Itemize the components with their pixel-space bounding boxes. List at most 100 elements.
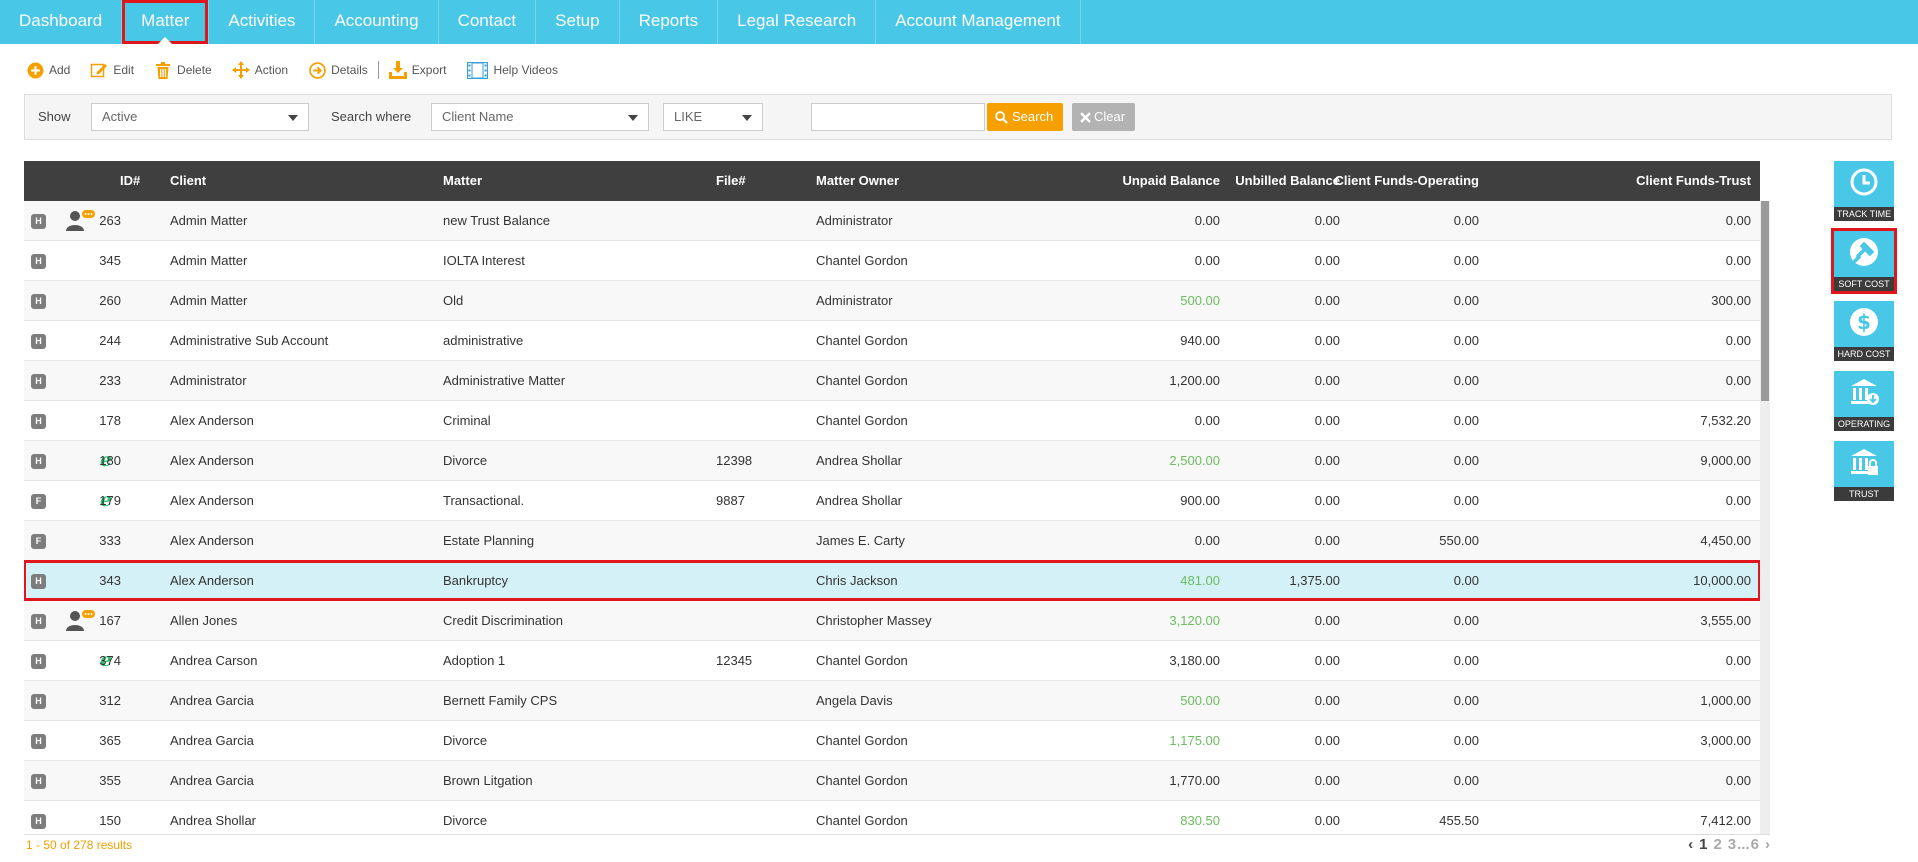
cell-client: Admin Matter <box>170 293 248 308</box>
table-row[interactable]: H 355 Andrea Garcia Brown Litgation Chantel … <box>24 761 1760 801</box>
page-1[interactable]: 1 <box>1699 836 1707 853</box>
col-matter-owner[interactable]: Matter Owner <box>816 161 899 201</box>
tab-reports[interactable]: Reports <box>620 0 719 44</box>
show-select[interactable]: Active <box>91 103 309 131</box>
table-row[interactable]: H 244 Administrative Sub Account administra… <box>24 321 1760 361</box>
col-unpaid-balance[interactable]: Unpaid Balance <box>1122 161 1220 201</box>
hard-cost-button[interactable]: $ HARD COST <box>1834 301 1894 361</box>
edit-button[interactable]: Edit <box>90 61 134 79</box>
scrollbar-thumb[interactable] <box>1761 201 1769 401</box>
cell-matter-owner: Chantel Gordon <box>816 773 908 788</box>
cell-unpaid-balance: 0.00 <box>1194 213 1220 228</box>
cell-matter-owner: Chantel Gordon <box>816 813 908 828</box>
cell-unpaid-balance: 1,770.00 <box>1169 773 1220 788</box>
table-row[interactable]: F 333 Alex Anderson Estate Planning James E.… <box>24 521 1760 561</box>
page-3[interactable]: 3 <box>1728 836 1736 853</box>
action-button[interactable]: Action <box>231 61 288 79</box>
table-row[interactable]: H 343 Alex Anderson Bankruptcy Chris Jackson… <box>24 560 1761 601</box>
col-client[interactable]: Client <box>170 161 206 201</box>
add-label: Add <box>49 63 71 77</box>
table-row[interactable]: He 374 Andrea Carson Adoption 1 12345 Chantel… <box>24 641 1760 681</box>
table-row[interactable]: H 263 Admin Matter new Trust Balance Adminis… <box>24 201 1760 241</box>
prev-page-icon[interactable]: ‹ <box>1688 836 1693 853</box>
cell-matter-owner: Administrator <box>816 213 893 228</box>
tab-matter[interactable]: Matter <box>122 0 210 44</box>
tab-account-management[interactable]: Account Management <box>876 0 1081 44</box>
col-id[interactable]: ID# <box>120 161 140 201</box>
col-client-funds-trust[interactable]: Client Funds-Trust <box>1636 161 1751 201</box>
table-row[interactable]: H 167 Allen Jones Credit Discrimination Chri… <box>24 601 1760 641</box>
table-scrollbar[interactable] <box>1760 201 1770 834</box>
cell-matter: Divorce <box>443 813 488 828</box>
tab-dashboard[interactable]: Dashboard <box>0 0 123 44</box>
track-time-button[interactable]: TRACK TIME <box>1834 161 1894 221</box>
cell-unpaid-balance: 500.00 <box>1180 693 1220 708</box>
user-note-icon <box>66 610 95 631</box>
table-row[interactable]: Fe 179 Alex Anderson Transactional. 9887 Andr… <box>24 481 1760 521</box>
cell-matter-owner: Chantel Gordon <box>816 373 908 388</box>
table-row[interactable]: H 150 Andrea Shollar Divorce Chantel Gordon 8… <box>24 801 1760 834</box>
delete-button[interactable]: Delete <box>154 61 212 79</box>
help-videos-button[interactable]: Help Videos <box>466 61 558 79</box>
export-button[interactable]: Export <box>388 61 446 79</box>
col-unbilled-balance[interactable]: Unbilled Balance <box>1235 161 1340 201</box>
col-client-funds-operating[interactable]: Client Funds-Operating <box>1335 161 1479 201</box>
cell-client-funds-operating: 0.00 <box>1453 493 1479 508</box>
cell-unpaid-balance: 500.00 <box>1180 293 1220 308</box>
cell-client: Admin Matter <box>170 253 248 268</box>
tab-legal-research[interactable]: Legal Research <box>718 0 877 44</box>
trust-label: TRUST <box>1834 487 1894 501</box>
tab-activities[interactable]: Activities <box>209 0 316 44</box>
table-row[interactable]: H 178 Alex Anderson Criminal Chantel Gordon 0… <box>24 401 1760 441</box>
highlight-box <box>24 560 1761 601</box>
table-row[interactable]: H 312 Andrea Garcia Bernett Family CPS Angel… <box>24 681 1760 721</box>
add-button[interactable]: Add <box>26 61 70 79</box>
table-row[interactable]: H 365 Andrea Garcia Divorce Chantel Gordon 1,… <box>24 721 1760 761</box>
next-page-icon[interactable]: › <box>1765 836 1770 853</box>
search-field-select[interactable]: Client Name <box>431 103 649 131</box>
highlight-box <box>1831 228 1897 294</box>
table-row[interactable]: H 345 Admin Matter IOLTA Interest Chantel Go… <box>24 241 1760 281</box>
close-icon <box>1080 111 1091 123</box>
tab-setup[interactable]: Setup <box>536 0 620 44</box>
trust-button[interactable]: TRUST <box>1834 441 1894 501</box>
operating-button[interactable]: OPERATING <box>1834 371 1894 431</box>
cell-client-funds-trust: 0.00 <box>1725 373 1751 388</box>
clear-button[interactable]: Clear <box>1072 103 1136 131</box>
cell-matter-owner: Angela Davis <box>816 693 893 708</box>
toolbar-divider <box>377 61 379 79</box>
cell-client-funds-trust: 1,000.00 <box>1700 693 1751 708</box>
cell-id: 312 <box>99 693 121 708</box>
cell-client-funds-operating: 0.00 <box>1453 333 1479 348</box>
tab-contact[interactable]: Contact <box>439 0 537 44</box>
cell-matter: Adoption 1 <box>443 653 506 668</box>
table-row[interactable]: H 260 Admin Matter Old Administrator 500.00 0.… <box>24 281 1760 321</box>
cell-client-funds-operating: 0.00 <box>1453 253 1479 268</box>
cell-unbilled-balance: 0.00 <box>1314 413 1340 428</box>
tab-accounting[interactable]: Accounting <box>315 0 439 44</box>
col-file[interactable]: File# <box>716 161 746 201</box>
search-field-value: Client Name <box>442 109 514 124</box>
cell-unbilled-balance: 0.00 <box>1314 653 1340 668</box>
cell-client: Alex Anderson <box>170 413 254 428</box>
details-button[interactable]: Details <box>308 61 368 79</box>
operating-label: OPERATING <box>1834 417 1894 431</box>
cell-matter-owner: James E. Carty <box>816 533 905 548</box>
status-badge: H <box>31 254 46 269</box>
search-button[interactable]: Search <box>987 103 1064 131</box>
plus-circle-icon <box>26 61 44 79</box>
cell-unpaid-balance: 2,500.00 <box>1169 453 1220 468</box>
table-row[interactable]: H 233 Administrator Administrative Matter Ch… <box>24 361 1760 401</box>
cell-unpaid-balance: 0.00 <box>1194 253 1220 268</box>
cell-id: 244 <box>99 333 121 348</box>
details-label: Details <box>331 63 368 77</box>
col-matter[interactable]: Matter <box>443 161 482 201</box>
cell-id: 365 <box>99 733 121 748</box>
operator-select[interactable]: LIKE <box>663 103 763 131</box>
arrow-circle-icon <box>308 61 326 79</box>
search-input[interactable] <box>811 103 985 131</box>
table-row[interactable]: He 180 Alex Anderson Divorce 12398 Andrea Sho… <box>24 441 1760 481</box>
page-6[interactable]: 6 <box>1751 836 1759 853</box>
page-2[interactable]: 2 <box>1713 836 1721 853</box>
soft-cost-button[interactable]: SOFT COST <box>1831 228 1897 294</box>
